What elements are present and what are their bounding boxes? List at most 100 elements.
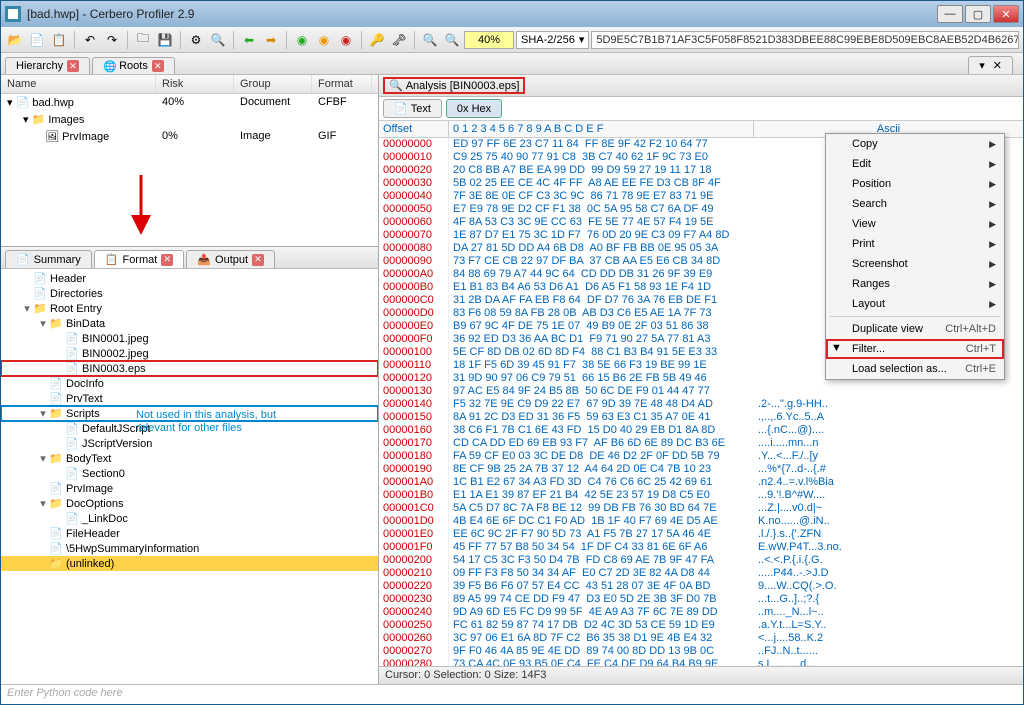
key1-icon[interactable]: 🔑 [367, 30, 387, 50]
menu-item[interactable]: Layout▶ [826, 294, 1004, 314]
arrow-right-icon[interactable]: ➡ [261, 30, 281, 50]
tree-item[interactable]: 📄BIN0003.eps [1, 361, 378, 376]
flag-green-icon[interactable]: ◉ [292, 30, 312, 50]
open-icon[interactable]: 📂 [5, 30, 25, 50]
titlebar: [bad.hwp] - Cerbero Profiler 2.9 — ▢ ✕ [1, 1, 1023, 27]
hex-row[interactable]: 000001508A 91 2C D3 ED 31 36 F5 59 63 E3… [379, 411, 1023, 424]
hash-algo-combo[interactable]: SHA-2/256 ▾ [516, 31, 589, 49]
menu-item[interactable]: Ranges▶ [826, 274, 1004, 294]
tree-item[interactable]: ▾📁Root Entry [1, 301, 378, 316]
hex-row[interactable]: 000001A01C B1 E2 67 34 A3 FD 3D C4 76 C6… [379, 476, 1023, 489]
hex-row[interactable]: 000001B0E1 1A E1 39 87 EF 21 B4 42 5E 23… [379, 489, 1023, 502]
hex-row[interactable]: 000002709F F0 46 4A 85 9E 4E DD 89 74 00… [379, 645, 1023, 658]
hex-row[interactable]: 0000016038 C6 F1 7B C1 6E 43 FD 15 D0 40… [379, 424, 1023, 437]
tree-item[interactable]: 📄_LinkDoc [1, 511, 378, 526]
arrow-left-icon[interactable]: ⬅ [239, 30, 259, 50]
roots-tab[interactable]: 🌐 Roots ✕ [92, 57, 175, 74]
analysis-bar: 🔍 Analysis [BIN0003.eps] [379, 75, 1023, 97]
tree-item[interactable]: 📄DocInfo [1, 376, 378, 391]
maximize-button[interactable]: ▢ [965, 5, 991, 23]
undo-icon[interactable]: ↶ [80, 30, 100, 50]
tree-item[interactable]: 📄BIN0002.jpeg [1, 346, 378, 361]
tree-item[interactable]: 📄Header [1, 271, 378, 286]
menu-item[interactable]: ▼Filter...Ctrl+T [826, 339, 1004, 359]
analysis-label: 🔍 Analysis [BIN0003.eps] [383, 77, 525, 94]
close-button[interactable]: ✕ [993, 5, 1019, 23]
menu-item[interactable]: Search▶ [826, 194, 1004, 214]
hierarchy-tab[interactable]: Hierarchy ✕ [5, 57, 90, 74]
hex-row[interactable]: 000001D04B E4 6E 6F DC C1 F0 AD 1B 1F 40… [379, 515, 1023, 528]
menu-item[interactable]: Screenshot▶ [826, 254, 1004, 274]
grid-row[interactable]: ▾ 📄 bad.hwp40%DocumentCFBF [1, 94, 378, 111]
hex-row[interactable]: 000002409D A9 6D E5 FC D9 99 5F 4E A9 A3… [379, 606, 1023, 619]
left-subtabs: 📄Summary 📋Format✕ 📤Output✕ [1, 247, 378, 269]
hex-row[interactable]: 00000180FA 59 CF E0 03 3C DE D8 DE 46 D2… [379, 450, 1023, 463]
tree-item[interactable]: 📁(unlinked) [1, 556, 378, 571]
tree-item[interactable]: 📄BIN0001.jpeg [1, 331, 378, 346]
folder-icon[interactable]: 🗀 [133, 30, 153, 50]
hex-row[interactable]: 000001908E CF 9B 25 2A 7B 37 12 A4 64 2D… [379, 463, 1023, 476]
tree-item[interactable]: 📄Directories [1, 286, 378, 301]
flag-orange-icon[interactable]: ◉ [314, 30, 334, 50]
tree-item[interactable]: 📄JScriptVersion [1, 436, 378, 451]
format-tab[interactable]: 📋Format✕ [94, 250, 185, 268]
structure-tree[interactable]: 📄Header📄Directories▾📁Root Entry▾📁BinData… [1, 269, 378, 684]
tree-item[interactable]: 📄PrvText [1, 391, 378, 406]
menu-item[interactable]: Edit▶ [826, 154, 1004, 174]
tree-item[interactable]: 📄PrvImage [1, 481, 378, 496]
hex-row[interactable]: 0000022039 F5 B6 F6 07 57 E4 CC 43 51 28… [379, 580, 1023, 593]
output-tab[interactable]: 📤Output✕ [186, 250, 275, 268]
hex-row[interactable]: 000001F045 FF 77 57 B8 50 34 54 1F DF C4… [379, 541, 1023, 554]
hex-row[interactable]: 000002603C 97 06 E1 6A 8D 7F C2 B6 35 38… [379, 632, 1023, 645]
hex-row[interactable]: 00000250FC 61 82 59 87 74 17 DB D2 4C 3D… [379, 619, 1023, 632]
app-icon [5, 6, 21, 22]
tree-item[interactable]: ▾📁DocOptions [1, 496, 378, 511]
hex-row[interactable]: 000001E0EE 6C 9C 2F F7 90 5D 73 A1 F5 7B… [379, 528, 1023, 541]
disk-icon[interactable]: 💾 [155, 30, 175, 50]
tree-item[interactable]: 📄\5HwpSummaryInformation [1, 541, 378, 556]
hex-view-button[interactable]: 0x Hex [446, 99, 502, 118]
tree-item[interactable]: ▾📁BinData [1, 316, 378, 331]
menu-item[interactable]: Print▶ [826, 234, 1004, 254]
zoom-in-icon[interactable]: 🔍 [442, 30, 462, 50]
hex-row[interactable]: 0000021009 FF F3 F8 50 34 34 AF E0 C7 2D… [379, 567, 1023, 580]
text-view-button[interactable]: 📄Text [383, 99, 442, 118]
grid-row[interactable]: ▾ 📁 Images [1, 111, 378, 128]
gear-icon[interactable]: ⚙ [186, 30, 206, 50]
new-icon[interactable]: 📄 [27, 30, 47, 50]
file-grid: Name Risk Group Format ▾ 📄 bad.hwp40%Doc… [1, 75, 378, 247]
close-icon[interactable]: ✕ [161, 254, 173, 266]
tree-item[interactable]: 📄FileHeader [1, 526, 378, 541]
window-title: [bad.hwp] - Cerbero Profiler 2.9 [27, 7, 935, 21]
tree-item[interactable]: 📄Section0 [1, 466, 378, 481]
tree-item[interactable]: ▾📁BodyText [1, 451, 378, 466]
hex-row[interactable]: 0000028073 CA 4C 0F 93 B5 0F C4 FE C4 DE… [379, 658, 1023, 666]
redo-icon[interactable]: ↷ [102, 30, 122, 50]
menu-item[interactable]: Copy▶ [826, 134, 1004, 154]
summary-tab[interactable]: 📄Summary [5, 250, 92, 268]
close-icon[interactable]: ✕ [252, 254, 264, 266]
menu-item[interactable]: Load selection as...Ctrl+E [826, 359, 1004, 379]
hex-row[interactable]: 00000170CD CA DD ED 69 EB 93 F7 AF B6 6D… [379, 437, 1023, 450]
key2-icon[interactable]: 🗝 [389, 30, 409, 50]
flag-red-icon[interactable]: ◉ [336, 30, 356, 50]
zoom-out-icon[interactable]: 🔍 [420, 30, 440, 50]
grid-row[interactable]: 🖼 PrvImage0%ImageGIF [1, 128, 378, 145]
menu-item[interactable]: View▶ [826, 214, 1004, 234]
hex-row[interactable]: 0000023089 A5 99 74 CE DD F9 47 D3 E0 5D… [379, 593, 1023, 606]
search-icon[interactable]: 🔍 [208, 30, 228, 50]
hex-row[interactable]: 0000013097 AC E5 84 9F 24 B5 8B 50 6C DE… [379, 385, 1023, 398]
hex-row[interactable]: 000001C05A C5 D7 8C 7A F8 BE 12 99 DB FB… [379, 502, 1023, 515]
menu-item[interactable]: Position▶ [826, 174, 1004, 194]
risk-percent[interactable]: 40% [464, 31, 514, 49]
close-icon[interactable]: ✕ [152, 60, 164, 72]
analysis-tab-top[interactable]: ▾ ✕ [968, 56, 1013, 74]
annotation-arrow-icon [121, 170, 161, 240]
hex-row[interactable]: 00000140F5 32 7E 9E C9 D9 22 E7 67 9D 39… [379, 398, 1023, 411]
doc-icon[interactable]: 📋 [49, 30, 69, 50]
menu-item[interactable]: Duplicate viewCtrl+Alt+D [826, 319, 1004, 339]
python-input[interactable]: Enter Python code here [1, 684, 1023, 704]
hex-row[interactable]: 0000020054 17 C5 3C F3 50 D4 7B FD C8 69… [379, 554, 1023, 567]
minimize-button[interactable]: — [937, 5, 963, 23]
close-icon[interactable]: ✕ [67, 60, 79, 72]
